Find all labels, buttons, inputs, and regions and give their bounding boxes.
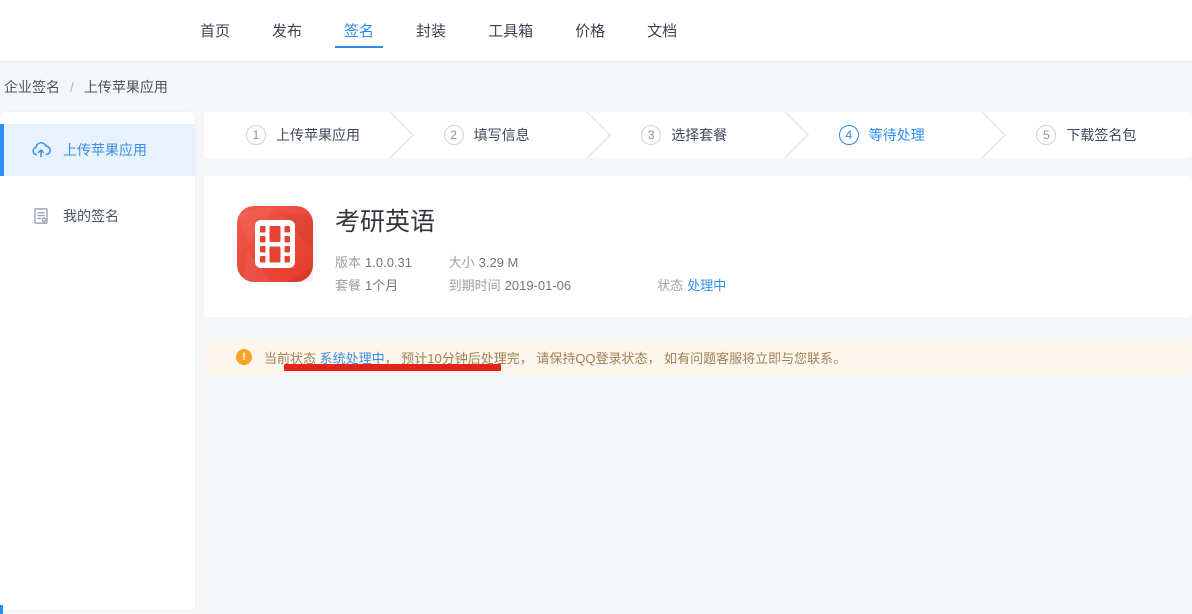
red-underline-annotation [284, 364, 501, 371]
signing-page: 首页 发布 签名 封装 工具箱 价格 文档 企业签名 / 上传苹果应用 上传苹果… [0, 0, 1192, 614]
breadcrumb-separator: / [70, 79, 74, 95]
top-nav: 首页 发布 签名 封装 工具箱 价格 文档 [0, 0, 1192, 62]
breadcrumb-upload-apple-app: 上传苹果应用 [84, 77, 168, 97]
sidebar-item-label: 我的签名 [63, 206, 119, 226]
cloud-upload-icon [31, 140, 51, 160]
app-expire-field: 到期时间2019-01-06 [449, 274, 654, 297]
step-number: 1 [246, 125, 266, 145]
app-size-field: 大小3.29 M [449, 251, 654, 274]
app-card: 考研英语 版本1.0.0.31 大小3.29 M 套餐1个月 到期时间2019-… [204, 176, 1192, 317]
app-version-field: 版本1.0.0.31 [335, 251, 445, 274]
step-upload-apple-app: 1 上传苹果应用 [204, 112, 402, 158]
step-fill-info: 2 填写信息 [402, 112, 600, 158]
step-number: 4 [839, 125, 859, 145]
nav-tab-package[interactable]: 封装 [416, 0, 446, 61]
step-download-signed-package: 5 下载签名包 [994, 112, 1192, 158]
chevron-separator-icon [389, 112, 415, 158]
step-label: 下载签名包 [1066, 125, 1136, 145]
edge-widget-fragment [0, 605, 3, 614]
app-detail-row: 版本1.0.0.31 大小3.29 M [335, 251, 726, 274]
steps-bar: 1 上传苹果应用 2 填写信息 3 选择套餐 4 等待处理 [204, 112, 1192, 158]
signature-doc-icon [31, 206, 51, 226]
app-plan-field: 套餐1个月 [335, 274, 445, 297]
chevron-separator-icon [586, 112, 612, 158]
step-number: 3 [641, 125, 661, 145]
step-label: 等待处理 [869, 125, 925, 145]
warning-icon: ! [236, 349, 252, 365]
sidebar-item-label: 上传苹果应用 [63, 140, 147, 160]
breadcrumb-enterprise-signing[interactable]: 企业签名 [4, 77, 60, 97]
nav-tab-signing[interactable]: 签名 [344, 0, 374, 61]
step-waiting-processing: 4 等待处理 [797, 112, 995, 158]
app-detail-row: 套餐1个月 到期时间2019-01-06 状态处理中 [335, 274, 726, 297]
step-choose-plan: 3 选择套餐 [599, 112, 797, 158]
breadcrumb: 企业签名 / 上传苹果应用 [4, 62, 168, 112]
app-info: 考研英语 版本1.0.0.31 大小3.29 M 套餐1个月 到期时间2019-… [335, 202, 726, 297]
chevron-separator-icon [784, 112, 810, 158]
sidebar-item-upload-apple-app[interactable]: 上传苹果应用 [0, 124, 195, 176]
step-number: 5 [1036, 125, 1056, 145]
nav-tab-publish[interactable]: 发布 [272, 0, 302, 61]
chevron-separator-icon [981, 112, 1007, 158]
film-app-icon [237, 206, 313, 282]
sidebar-item-my-signatures[interactable]: 我的签名 [0, 190, 195, 242]
nav-tab-home[interactable]: 首页 [200, 0, 230, 61]
status-processing-text: 处理中 [687, 278, 726, 293]
nav-tab-docs[interactable]: 文档 [647, 0, 677, 61]
step-number: 2 [444, 125, 464, 145]
step-label: 填写信息 [474, 125, 530, 145]
app-detail-rows: 版本1.0.0.31 大小3.29 M 套餐1个月 到期时间2019-01-06… [335, 251, 726, 297]
sidebar: 上传苹果应用 我的签名 [0, 112, 195, 610]
app-status-field: 状态处理中 [657, 278, 726, 293]
nav-tab-toolbox[interactable]: 工具箱 [488, 0, 533, 61]
step-label: 上传苹果应用 [276, 125, 360, 145]
nav-tab-pricing[interactable]: 价格 [575, 0, 605, 61]
step-label: 选择套餐 [671, 125, 727, 145]
app-name: 考研英语 [335, 202, 726, 238]
